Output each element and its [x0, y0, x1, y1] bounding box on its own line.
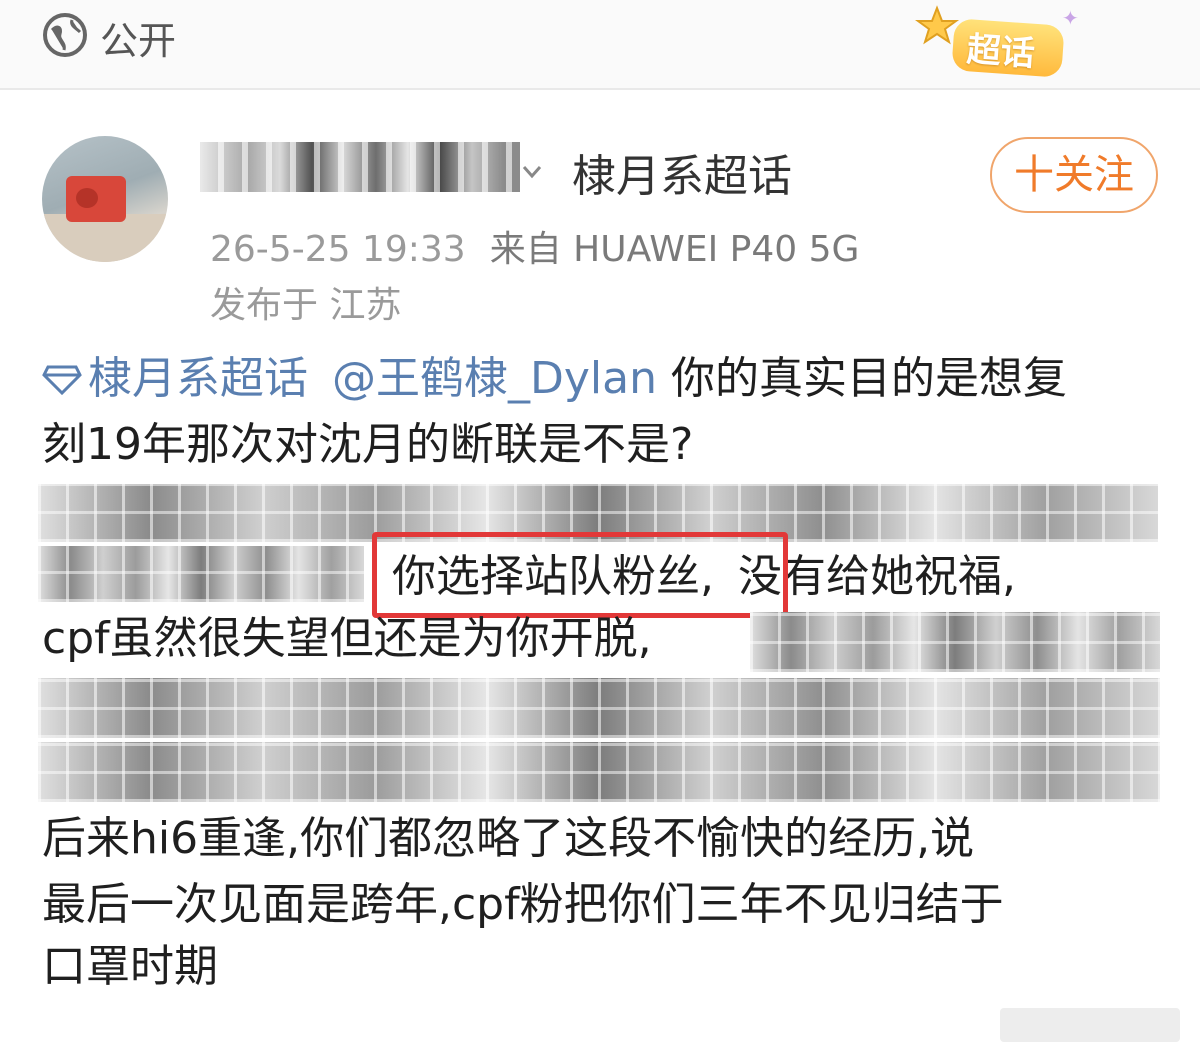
redacted-text — [38, 678, 1160, 738]
username-topic[interactable]: 棣月系超话 — [572, 140, 792, 204]
post-line-9: 最后一次见面是跨年,cpf粉把你们三年不见归结于 — [42, 879, 1004, 930]
redacted-text — [38, 546, 364, 602]
blurred-username — [200, 142, 520, 192]
redacted-text — [750, 612, 1160, 672]
post-source: 来自 HUAWEI P40 5G — [489, 229, 860, 270]
avatar[interactable] — [42, 136, 168, 262]
divider — [0, 88, 1200, 90]
avatar-radio — [66, 176, 126, 222]
follow-button[interactable]: 十关注 — [990, 137, 1158, 213]
mention-link[interactable]: @王鹤棣_Dylan — [332, 353, 657, 404]
topic-tag-link[interactable]: 棣月系超话 — [88, 353, 308, 404]
globe-icon — [43, 13, 87, 57]
diamond-icon — [42, 365, 82, 395]
post-text: 你的真实目的是想复 — [657, 353, 1067, 404]
visibility-label[interactable]: 公开 — [100, 10, 176, 65]
post-meta: 26-5-25 19:33 来自 HUAWEI P40 5G — [210, 220, 859, 272]
post-line-8: 后来hi6重逢,你们都忽略了这段不愉快的经历,说 — [42, 813, 975, 864]
sparkle-icon: ✦ — [1062, 6, 1079, 30]
post-line-10: 口罩时期 — [42, 941, 218, 992]
highlight-box — [372, 532, 788, 618]
post-line-2: 刻19年那次对沈月的断联是不是? — [42, 419, 694, 470]
redacted-text — [38, 742, 1160, 802]
chevron-down-icon — [522, 166, 542, 179]
bottom-bar — [1000, 1008, 1180, 1042]
badge-label: 超话 — [965, 29, 1037, 75]
timestamp: 26-5-25 19:33 — [210, 229, 466, 270]
post-line-1: 棣月系超话 @王鹤棣_Dylan 你的真实目的是想复 — [42, 348, 1172, 410]
post-location: 发布于 江苏 — [210, 285, 402, 326]
